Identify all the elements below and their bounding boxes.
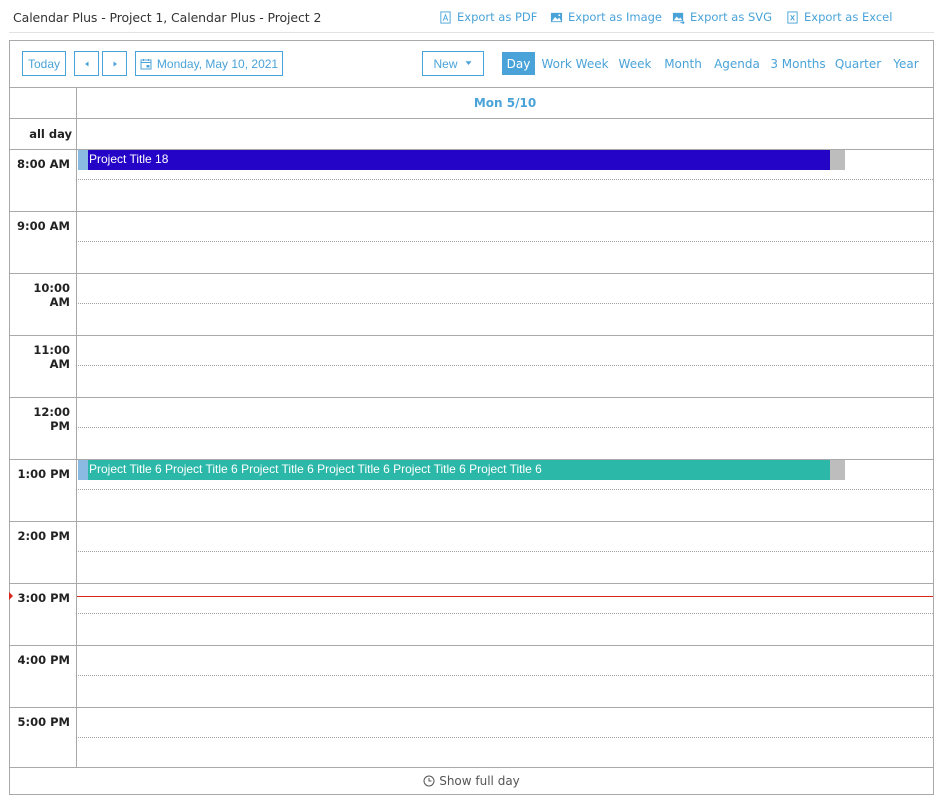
time-label: 4:00 PM bbox=[17, 653, 70, 667]
new-event-dropdown[interactable]: New bbox=[422, 51, 484, 76]
export-image-label: Export as Image bbox=[568, 10, 663, 24]
triangle-right-icon bbox=[113, 61, 117, 66]
export-pdf-button[interactable]: Export as PDF bbox=[439, 10, 537, 24]
time-slot[interactable] bbox=[77, 398, 933, 459]
new-label: New bbox=[433, 56, 458, 71]
export-svg-button[interactable]: Export as SVG bbox=[672, 10, 772, 24]
time-label: 2:00 PM bbox=[17, 529, 70, 543]
time-label: 9:00 AM bbox=[17, 219, 70, 233]
tab-month[interactable]: Month bbox=[662, 52, 704, 75]
image-icon bbox=[550, 12, 563, 22]
time-label: 11:00 AM bbox=[33, 343, 70, 371]
time-label: 5:00 PM bbox=[17, 715, 70, 729]
time-slot[interactable] bbox=[77, 646, 933, 707]
event-resize-handle[interactable] bbox=[830, 150, 845, 170]
export-excel-button[interactable]: Export as Excel bbox=[786, 10, 892, 24]
title-bar: Calendar Plus - Project 1, Calendar Plus… bbox=[0, 0, 946, 34]
today-button[interactable]: Today bbox=[22, 51, 66, 76]
time-label: 12:00 PM bbox=[33, 405, 70, 433]
event-title: Project Title 18 bbox=[88, 150, 830, 170]
tab-day[interactable]: Day bbox=[502, 52, 535, 75]
export-image-button[interactable]: Export as Image bbox=[550, 10, 662, 24]
time-label: 8:00 AM bbox=[17, 157, 70, 171]
time-slot[interactable] bbox=[77, 708, 933, 769]
caret-down-icon bbox=[465, 61, 471, 65]
calendar-event[interactable]: Project Title 6 Project Title 6 Project … bbox=[78, 460, 845, 480]
show-full-day-label: Show full day bbox=[439, 774, 520, 788]
tab-3-months[interactable]: 3 Months bbox=[770, 52, 826, 75]
excel-file-icon bbox=[787, 10, 798, 24]
time-slot[interactable] bbox=[77, 584, 933, 645]
time-label: 1:00 PM bbox=[17, 467, 70, 481]
prev-button[interactable] bbox=[74, 51, 99, 76]
time-slot[interactable] bbox=[77, 274, 933, 335]
all-day-label: all day bbox=[29, 126, 72, 141]
clock-icon bbox=[423, 775, 435, 787]
time-label: 10:00 AM bbox=[33, 281, 70, 309]
event-left-bar bbox=[78, 460, 88, 480]
export-pdf-label: Export as PDF bbox=[457, 10, 538, 24]
calendar-event[interactable]: Project Title 18 bbox=[78, 150, 845, 170]
export-svg-label: Export as SVG bbox=[690, 10, 773, 24]
tab-agenda[interactable]: Agenda bbox=[712, 52, 762, 75]
title-divider bbox=[9, 32, 934, 33]
time-slot[interactable] bbox=[77, 336, 933, 397]
tab-quarter[interactable]: Quarter bbox=[834, 52, 882, 75]
event-resize-handle[interactable] bbox=[830, 460, 845, 480]
export-excel-label: Export as Excel bbox=[804, 10, 893, 24]
triangle-left-icon bbox=[84, 61, 88, 66]
pdf-file-icon bbox=[440, 10, 451, 24]
next-button[interactable] bbox=[102, 51, 127, 76]
time-slot[interactable] bbox=[77, 522, 933, 583]
scheduler: Today Monday, May 10, 2021 New Day Work … bbox=[9, 40, 934, 795]
event-title: Project Title 6 Project Title 6 Project … bbox=[88, 460, 830, 480]
tab-work-week[interactable]: Work Week bbox=[541, 52, 608, 75]
tab-week[interactable]: Week bbox=[616, 52, 654, 75]
calendar-icon bbox=[140, 58, 152, 69]
day-column-header[interactable]: Mon 5/10 bbox=[77, 87, 933, 118]
current-date-label: Monday, May 10, 2021 bbox=[156, 56, 279, 71]
app-title: Calendar Plus - Project 1, Calendar Plus… bbox=[13, 10, 322, 25]
time-slot[interactable] bbox=[77, 212, 933, 273]
grid-line bbox=[10, 118, 933, 119]
tab-year[interactable]: Year bbox=[890, 52, 922, 75]
time-label: 3:00 PM bbox=[17, 591, 70, 605]
show-full-day-button[interactable]: Show full day bbox=[10, 767, 933, 794]
svg-image-icon bbox=[672, 12, 685, 24]
date-picker-button[interactable]: Monday, May 10, 2021 bbox=[135, 51, 283, 76]
event-left-bar bbox=[78, 150, 88, 170]
scheduler-toolbar: Today Monday, May 10, 2021 New Day Work … bbox=[10, 41, 933, 87]
